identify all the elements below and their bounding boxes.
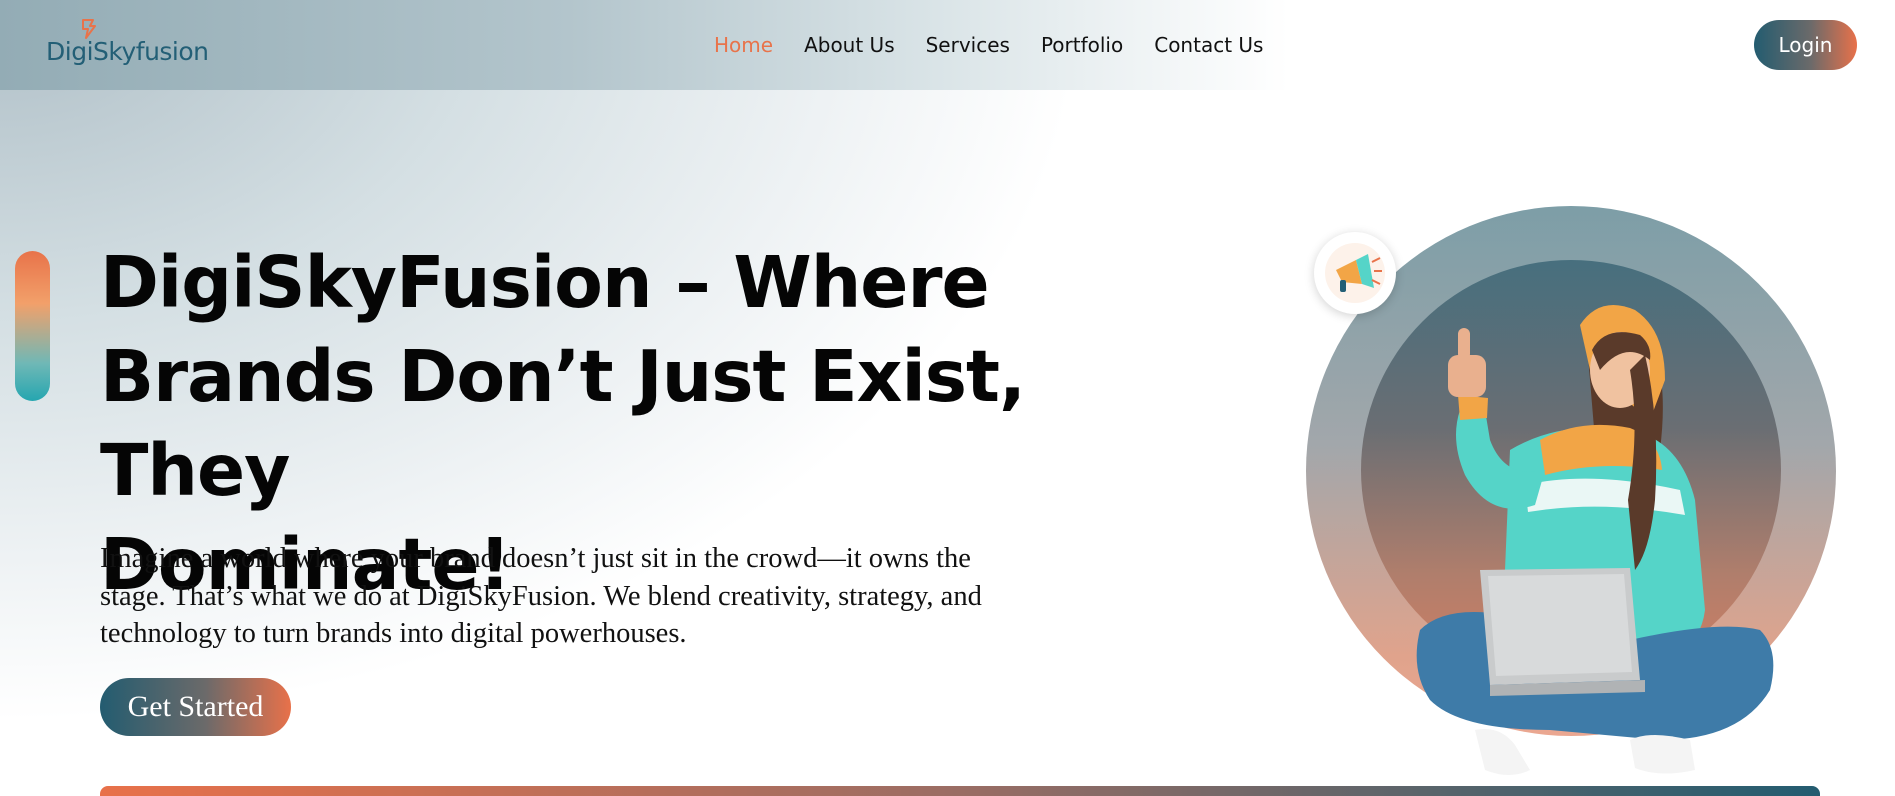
- hero-title-line: Brands Don’t Just Exist, They: [100, 335, 1026, 512]
- hero-description-line: technology to turn brands into digital p…: [100, 618, 687, 649]
- nav-home[interactable]: Home: [714, 30, 773, 60]
- nav-services[interactable]: Services: [926, 30, 1010, 60]
- woman-with-laptop-illustration: [1416, 305, 1774, 775]
- section-divider-bar: [100, 786, 1820, 796]
- nav-contact-us[interactable]: Contact Us: [1154, 30, 1263, 60]
- nav-about-us[interactable]: About Us: [804, 30, 895, 60]
- hero-description: Imagine a world where your brand doesn’t…: [100, 540, 1100, 653]
- logo-text: DigiSkyfusion: [46, 37, 209, 66]
- megaphone-badge: [1314, 232, 1396, 314]
- decorative-gradient-pill: [15, 251, 50, 401]
- login-button[interactable]: Login: [1754, 20, 1857, 70]
- main-nav: Home About Us Services Portfolio Contact…: [714, 30, 1294, 60]
- hero-description-line: Imagine a world where your brand doesn’t…: [100, 543, 971, 574]
- megaphone-icon: [1325, 243, 1385, 303]
- get-started-button[interactable]: Get Started: [100, 678, 291, 736]
- hero-description-line: stage. That’s what we do at DigiSkyFusio…: [100, 580, 982, 612]
- logo[interactable]: DigiSkyfusion: [46, 18, 209, 70]
- hero-title-line: DigiSkyFusion – Where: [100, 241, 990, 324]
- site-header: DigiSkyfusion Home About Us Services Por…: [0, 0, 1895, 90]
- nav-portfolio[interactable]: Portfolio: [1041, 30, 1123, 60]
